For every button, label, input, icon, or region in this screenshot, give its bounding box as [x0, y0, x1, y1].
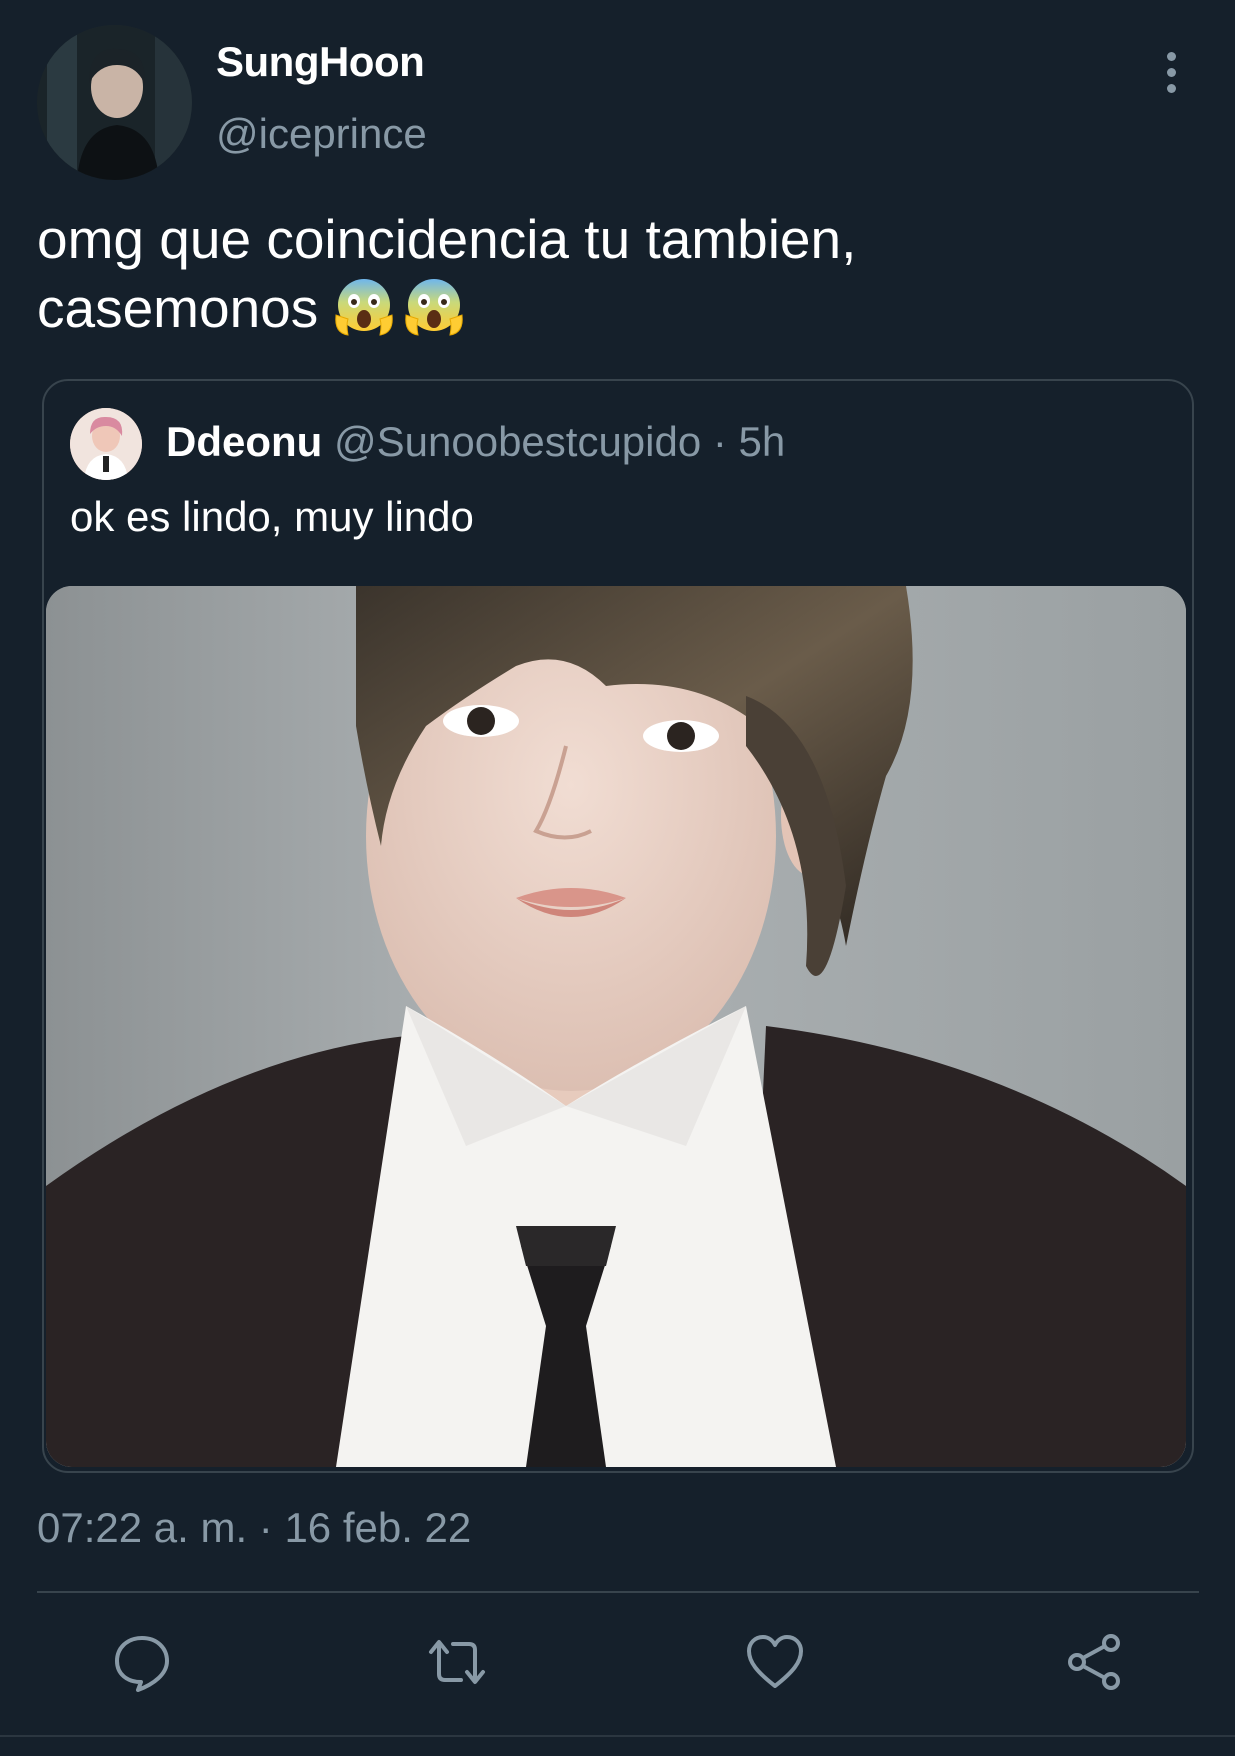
portrait-photo-image [46, 586, 1186, 1467]
reply-icon [115, 1636, 169, 1692]
retweet-icon [429, 1640, 485, 1684]
heart-icon [747, 1635, 803, 1688]
author-avatar[interactable] [37, 25, 192, 180]
tweet: SungHoon @iceprince omg que coincidencia… [0, 0, 1235, 1756]
quoted-tweet-text: ok es lindo, muy lindo [70, 493, 474, 540]
tweet-text: omg que coincidencia tu tambien, casemon… [37, 205, 1197, 343]
quoted-author-avatar[interactable] [70, 408, 142, 480]
quoted-tweet-card[interactable]: Ddeonu @Sunoobestcupido · 5h ok es lindo… [42, 379, 1194, 1473]
quoted-tweet-header: Ddeonu @Sunoobestcupido · 5h [166, 418, 785, 466]
share-button[interactable] [1063, 1630, 1127, 1694]
face-screaming-emoji-icon [335, 279, 394, 336]
tweet-timestamp[interactable]: 07:22 a. m. · 16 feb. 22 [37, 1504, 471, 1552]
quoted-tweet-time: · 5h [712, 418, 786, 465]
author-avatar-image [37, 25, 192, 180]
reply-button[interactable] [110, 1630, 174, 1694]
bottom-divider [0, 1735, 1235, 1737]
quoted-author-handle[interactable]: @Sunoobestcupido [334, 418, 701, 465]
quoted-author-name[interactable]: Ddeonu [166, 418, 322, 465]
retweet-button[interactable] [425, 1630, 489, 1694]
share-icon [1068, 1634, 1120, 1690]
quoted-author-avatar-image [70, 408, 142, 480]
face-screaming-emoji-icon [405, 279, 464, 336]
emoji-group [332, 275, 466, 339]
quoted-tweet-photo[interactable] [46, 586, 1186, 1467]
author-handle[interactable]: @iceprince [216, 110, 427, 158]
author-display-name[interactable]: SungHoon [216, 38, 425, 86]
divider [37, 1591, 1199, 1593]
more-vertical-icon[interactable] [1158, 52, 1184, 102]
like-button[interactable] [743, 1630, 807, 1694]
